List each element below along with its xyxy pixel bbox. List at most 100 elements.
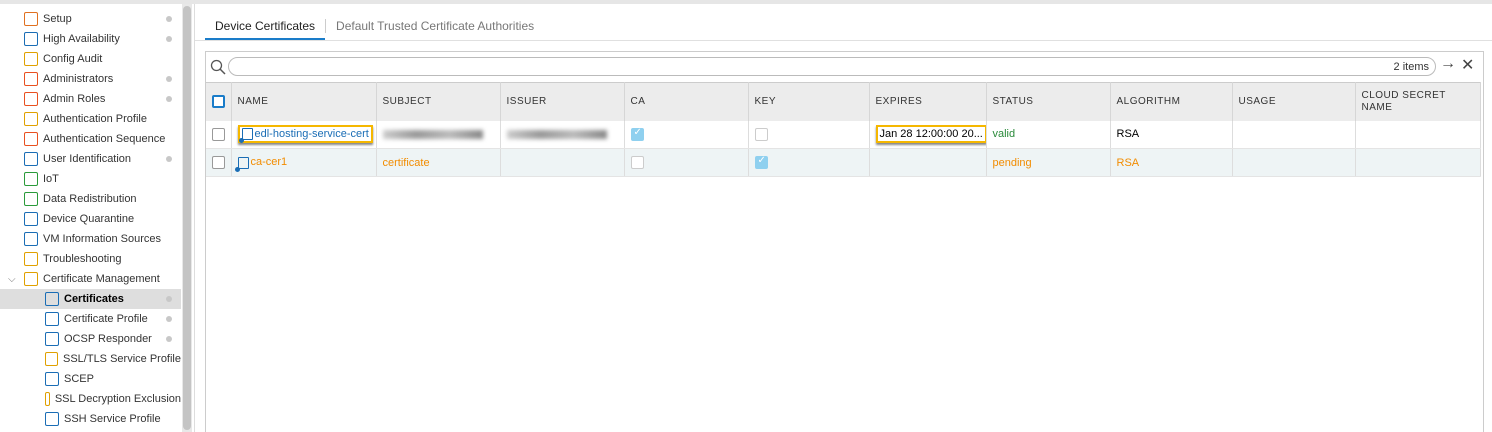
sidebar-item-setup[interactable]: Setup	[0, 9, 181, 29]
sidebar-item-data-redistribution[interactable]: Data Redistribution	[0, 189, 181, 209]
sidebar-item-ssl-tls-service-profile[interactable]: SSL/TLS Service Profile	[0, 349, 181, 369]
name-cell[interactable]: ca-cer1	[231, 148, 377, 177]
sidebar-item-icon	[45, 312, 59, 326]
sidebar-scrollbar[interactable]	[182, 4, 192, 432]
issuer-cell	[500, 148, 625, 177]
col-expires[interactable]: EXPIRES	[869, 82, 987, 121]
sidebar-item-icon	[45, 392, 50, 406]
status-dot	[166, 16, 172, 22]
row-checkbox[interactable]	[212, 156, 225, 169]
row-checkbox[interactable]	[212, 127, 225, 141]
sidebar-item-certificates[interactable]: Certificates	[0, 289, 181, 309]
sidebar-item-label: Certificate Management	[43, 273, 160, 285]
sidebar-item-authentication-profile[interactable]: Authentication Profile	[0, 109, 181, 129]
sidebar-item-label: Administrators	[43, 73, 114, 85]
chevron-down-icon[interactable]: ⌵	[8, 274, 16, 285]
sidebar-item-icon	[24, 112, 38, 126]
clear-filter-close-icon[interactable]: ✕	[1461, 55, 1474, 75]
expires-cell	[869, 148, 987, 177]
ca-checkbox	[630, 127, 644, 141]
sidebar-item-vm-information-sources[interactable]: VM Information Sources	[0, 229, 181, 249]
apply-filter-arrow-icon[interactable]: →	[1440, 55, 1456, 73]
search-row: 2 items → ✕	[206, 52, 1483, 80]
search-icon	[210, 59, 226, 75]
cert-name-link[interactable]: edl-hosting-service-cert	[255, 128, 369, 140]
main-panel: Device Certificates Default Trusted Cert…	[194, 4, 1492, 432]
name-cell[interactable]: edl-hosting-service-cert	[231, 120, 377, 149]
ca-checkbox	[630, 156, 644, 169]
sidebar-item-troubleshooting[interactable]: Troubleshooting	[0, 249, 181, 269]
col-status[interactable]: STATUS	[986, 82, 1111, 121]
sidebar-item-label: SCEP	[64, 373, 94, 385]
sidebar-item-label: Data Redistribution	[43, 193, 137, 205]
select-all-checkbox[interactable]	[212, 95, 225, 109]
sidebar-item-label: Certificate Profile	[64, 313, 148, 325]
sidebar-item-label: IoT	[43, 173, 59, 185]
sidebar-item-icon	[45, 372, 59, 386]
sidebar-item-label: Config Audit	[43, 53, 103, 65]
highlight-box: edl-hosting-service-cert	[237, 125, 373, 144]
issuer-cell	[500, 120, 625, 149]
sidebar-item-administrators[interactable]: Administrators	[0, 69, 181, 89]
sidebar-item-label: Certificates	[64, 293, 124, 305]
sidebar-item-icon	[24, 12, 38, 26]
col-usage[interactable]: USAGE	[1232, 82, 1356, 121]
key-checkbox	[754, 155, 768, 169]
tab-device-certificates[interactable]: Device Certificates	[205, 12, 326, 40]
sidebar-item-icon	[24, 72, 38, 86]
table-row[interactable]: edl-hosting-service-cert Jan 28 12:00:00…	[206, 120, 1481, 149]
status-dot	[166, 36, 172, 42]
sidebar-item-device-quarantine[interactable]: Device Quarantine	[0, 209, 181, 229]
status-dot	[166, 96, 172, 102]
col-subject[interactable]: SUBJECT	[376, 82, 501, 121]
sidebar-item-high-availability[interactable]: High Availability	[0, 29, 181, 49]
algorithm-cell: RSA	[1110, 148, 1233, 177]
col-ca[interactable]: CA	[624, 82, 749, 121]
sidebar-item-ssh-service-profile[interactable]: SSH Service Profile	[0, 409, 181, 429]
col-algorithm[interactable]: ALGORITHM	[1110, 82, 1233, 121]
col-cloud-secret-name[interactable]: CLOUD SECRET NAME	[1355, 82, 1481, 121]
sidebar-item-label: Troubleshooting	[43, 253, 122, 265]
sidebar-item-scep[interactable]: SCEP	[0, 369, 181, 389]
key-cell	[748, 120, 870, 149]
sidebar-item-admin-roles[interactable]: Admin Roles	[0, 89, 181, 109]
subject-cell	[376, 120, 501, 149]
sidebar-item-user-identification[interactable]: User Identification	[0, 149, 181, 169]
col-name[interactable]: NAME	[231, 82, 377, 121]
sidebar-item-config-audit[interactable]: Config Audit	[0, 49, 181, 69]
certificates-panel: 2 items → ✕ NAME SUBJECT ISSUER CA KEY E…	[205, 51, 1484, 432]
sidebar-item-ocsp-responder[interactable]: OCSP Responder	[0, 329, 181, 349]
sidebar-item-certificate-management[interactable]: ⌵ Certificate Management	[0, 269, 181, 289]
sidebar-item-authentication-sequence[interactable]: Authentication Sequence	[0, 129, 181, 149]
sidebar-item-label: User Identification	[43, 153, 132, 165]
search-input[interactable]: 2 items	[228, 57, 1436, 76]
row-checkbox-cell[interactable]	[206, 120, 232, 149]
table-row[interactable]: ca-cer1 certificate pending RSA	[206, 148, 1481, 177]
cert-name-link[interactable]: ca-cer1	[251, 156, 288, 168]
sidebar-item-icon	[45, 412, 59, 426]
status-dot	[166, 76, 172, 82]
sidebar-item-icon	[24, 52, 38, 66]
usage-cell	[1232, 120, 1356, 149]
ca-cell	[624, 120, 749, 149]
select-all-checkbox-cell[interactable]	[206, 82, 232, 121]
certificate-icon	[234, 156, 249, 172]
sidebar-item-label: Authentication Profile	[43, 113, 147, 125]
algorithm-cell: RSA	[1110, 120, 1233, 149]
sidebar-item-certificate-profile[interactable]: Certificate Profile	[0, 309, 181, 329]
row-checkbox-cell[interactable]	[206, 148, 232, 177]
subject-cell: certificate	[376, 148, 501, 177]
col-key[interactable]: KEY	[748, 82, 870, 121]
sidebar-item-icon	[24, 172, 38, 186]
tab-default-trusted-cas[interactable]: Default Trusted Certificate Authorities	[326, 12, 544, 40]
col-issuer[interactable]: ISSUER	[500, 82, 625, 121]
sidebar-item-ssl-decryption-exclusion[interactable]: SSL Decryption Exclusion	[0, 389, 181, 409]
sidebar-item-label: VM Information Sources	[43, 233, 161, 245]
status-cell: pending	[986, 148, 1111, 177]
sidebar-item-icon	[45, 292, 59, 306]
table-header: NAME SUBJECT ISSUER CA KEY EXPIRES STATU…	[206, 82, 1481, 121]
sidebar-item-label: SSL Decryption Exclusion	[54, 393, 181, 405]
sidebar-item-icon	[24, 272, 38, 286]
certificates-table: NAME SUBJECT ISSUER CA KEY EXPIRES STATU…	[206, 82, 1481, 177]
sidebar-item-iot[interactable]: IoT	[0, 169, 181, 189]
